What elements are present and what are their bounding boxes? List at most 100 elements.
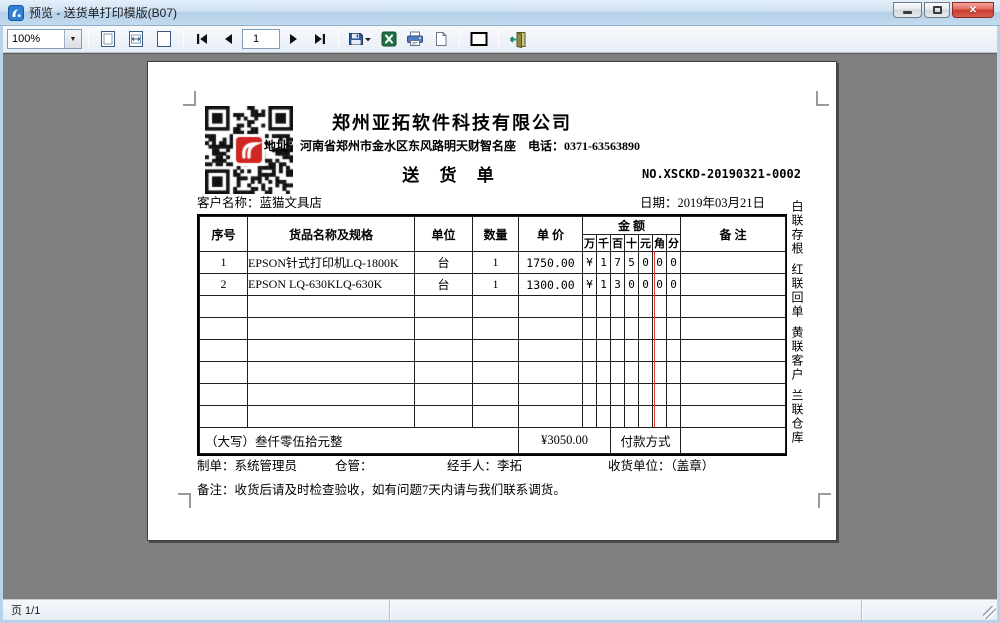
amount-digit-cell bbox=[639, 318, 653, 340]
amount-digit-cell: ¥ bbox=[583, 252, 597, 274]
export-excel-button[interactable] bbox=[377, 28, 401, 51]
amount-digit-cell bbox=[597, 340, 611, 362]
amount-digit-cell bbox=[597, 362, 611, 384]
customer-label: 客户名称： bbox=[197, 196, 260, 210]
toolbar-separator bbox=[498, 29, 499, 49]
close-button[interactable]: ✕ bbox=[952, 2, 994, 18]
document-page: 郑州亚拓软件科技有限公司 地址：河南省郑州市金水区东风路明天财智名座 电话：03… bbox=[147, 61, 837, 541]
total-amount: ¥3050.00 bbox=[519, 428, 611, 454]
footer-maker: 制单：系统管理员 bbox=[197, 455, 297, 474]
col-header-unit: 单位 bbox=[415, 217, 473, 252]
amount-digit-cell bbox=[583, 318, 597, 340]
amount-digit-cell: 1 bbox=[597, 252, 611, 274]
toolbar-separator bbox=[338, 29, 339, 49]
title-bar: 预览 - 送货单打印模版(B07) ✕ bbox=[0, 0, 1000, 26]
exit-button[interactable] bbox=[505, 28, 530, 51]
copy-label: 白联存根 bbox=[790, 200, 804, 256]
amount-digit-cell: 0 bbox=[639, 252, 653, 274]
nav-prev-icon bbox=[222, 32, 234, 46]
view-page-width-button[interactable] bbox=[123, 28, 149, 51]
zoom-input[interactable] bbox=[8, 30, 64, 48]
maximize-button[interactable] bbox=[924, 2, 950, 18]
excel-export-icon bbox=[381, 31, 397, 47]
amount-digit-cell: 0 bbox=[667, 274, 681, 296]
status-page-panel: 页 1/1 bbox=[3, 600, 389, 620]
company-name: 郑州亚拓软件科技有限公司 bbox=[252, 109, 652, 135]
zoom-combobox[interactable]: ▼ bbox=[7, 29, 82, 49]
page-setup-button[interactable] bbox=[429, 28, 453, 51]
zoom-dropdown-button[interactable]: ▼ bbox=[64, 30, 81, 48]
page-number-input[interactable] bbox=[242, 29, 280, 49]
amount-unit-header: 百 bbox=[611, 235, 625, 252]
amount-digit-cell bbox=[639, 406, 653, 428]
col-header-qty: 数量 bbox=[473, 217, 519, 252]
window-title: 预览 - 送货单打印模版(B07) bbox=[29, 4, 893, 21]
amount-digit-cell bbox=[667, 406, 681, 428]
print-button[interactable] bbox=[403, 28, 427, 51]
payment-value bbox=[681, 428, 786, 454]
amount-digit-cell bbox=[611, 406, 625, 428]
col-header-price: 单 价 bbox=[519, 217, 583, 252]
first-page-button[interactable] bbox=[190, 28, 214, 51]
amount-digit-cell: 5 bbox=[625, 252, 639, 274]
decimal-separator-line bbox=[654, 251, 655, 427]
toolbar: ▼ bbox=[3, 26, 997, 53]
last-page-button[interactable] bbox=[308, 28, 332, 51]
amount-unit-header: 万 bbox=[583, 235, 597, 252]
amount-digit-cell bbox=[611, 362, 625, 384]
status-right-panel bbox=[861, 600, 997, 620]
amount-digit-cell: 0 bbox=[667, 252, 681, 274]
items-table: 序号 货品名称及规格 单位 数量 单 价 金 额 备 注 万千百十元角分 1EP… bbox=[197, 214, 787, 456]
table-row bbox=[200, 340, 786, 362]
amount-digit-cell bbox=[667, 340, 681, 362]
exit-door-icon bbox=[508, 31, 527, 48]
date-value: 2019年03月21日 bbox=[678, 196, 766, 210]
resize-grip[interactable] bbox=[983, 606, 996, 619]
amount-digit-cell bbox=[639, 362, 653, 384]
copy-label: 红联回单 bbox=[790, 263, 804, 319]
page-width-icon bbox=[126, 30, 146, 48]
amount-unit-header: 分 bbox=[667, 235, 681, 252]
table-row bbox=[200, 318, 786, 340]
amount-digit-cell bbox=[667, 362, 681, 384]
toolbar-separator bbox=[459, 29, 460, 49]
amount-digit-cell: 1 bbox=[597, 274, 611, 296]
amount-digit-cell bbox=[625, 318, 639, 340]
amount-digit-cell bbox=[611, 340, 625, 362]
amount-digit-cell bbox=[667, 296, 681, 318]
amount-digit-cell bbox=[583, 296, 597, 318]
amount-digit-cell bbox=[667, 318, 681, 340]
minimize-button[interactable] bbox=[893, 2, 922, 18]
prev-page-button[interactable] bbox=[216, 28, 240, 51]
page-whole-icon bbox=[98, 30, 118, 48]
amount-digit-cell bbox=[639, 296, 653, 318]
preview-area[interactable]: 郑州亚拓软件科技有限公司 地址：河南省郑州市金水区东风路明天财智名座 电话：03… bbox=[3, 53, 997, 599]
amount-digit-cell bbox=[625, 340, 639, 362]
footer-receiver: 收货单位：（盖章） bbox=[608, 455, 714, 474]
amount-unit-header: 元 bbox=[639, 235, 653, 252]
status-bar: 页 1/1 bbox=[3, 599, 997, 620]
save-button[interactable] bbox=[345, 28, 375, 51]
table-row bbox=[200, 406, 786, 428]
footer-note: 备注：收货后请及时检查验收，如有问题7天内请与我们联系调货。 bbox=[197, 479, 566, 498]
amount-digit-cell bbox=[583, 340, 597, 362]
margin-setup-button[interactable] bbox=[466, 28, 492, 51]
app-logo-icon bbox=[8, 5, 24, 21]
copy-labels: 白联存根红联回单黄联客户兰联仓库 bbox=[790, 200, 804, 445]
amount-digit-cell bbox=[583, 362, 597, 384]
copy-label: 兰联仓库 bbox=[790, 389, 804, 445]
amount-digit-cell bbox=[611, 318, 625, 340]
amount-digit-cell bbox=[625, 296, 639, 318]
total-row: （大写）叁仟零伍拾元整¥3050.00付款方式 bbox=[200, 428, 786, 454]
toolbar-separator bbox=[88, 29, 89, 49]
col-header-remark: 备 注 bbox=[681, 217, 786, 252]
next-page-button[interactable] bbox=[282, 28, 306, 51]
payment-label: 付款方式 bbox=[611, 428, 681, 454]
amount-digit-cell: 0 bbox=[639, 274, 653, 296]
view-actual-size-button[interactable] bbox=[151, 28, 177, 51]
view-whole-page-button[interactable] bbox=[95, 28, 121, 51]
dropdown-arrow-icon bbox=[364, 32, 372, 46]
col-header-no: 序号 bbox=[200, 217, 248, 252]
footer-handler: 经手人：李拓 bbox=[447, 455, 522, 474]
date-label: 日期： bbox=[640, 196, 678, 210]
